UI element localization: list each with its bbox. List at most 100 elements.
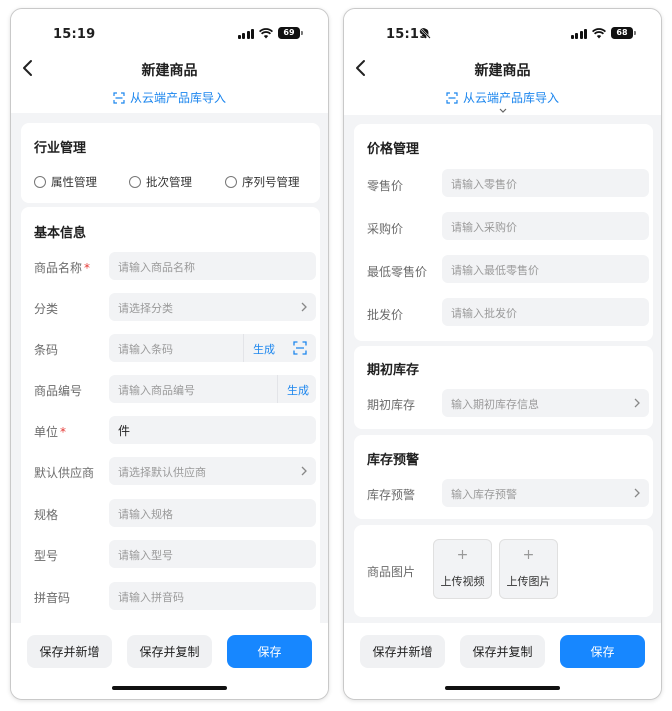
opening-stock-card: 期初库存 期初库存 输入期初库存信息 [354,346,653,429]
save-button[interactable]: 保存 [560,635,645,668]
radio-circle-icon [225,176,237,188]
category-select[interactable]: 请选择分类 [109,293,316,321]
opening-stock-title: 期初库存 [367,363,420,378]
barcode-input[interactable]: 请输入条码 生成 [109,334,316,362]
upload-picture-label: 上传图片 [506,575,551,588]
nav-bar: 新建商品 [344,51,661,87]
radio-label: 序列号管理 [242,175,300,189]
chevron-down-icon [499,108,507,113]
purchase-price-label: 采购价 [367,222,404,236]
save-and-new-button[interactable]: 保存并新增 [360,635,445,668]
min-retail-price-input[interactable]: 请输入最低零售价 [442,255,649,283]
cellular-signal-icon [237,28,254,39]
save-and-copy-button[interactable]: 保存并复制 [127,635,212,668]
nav-bar: 新建商品 [11,51,328,87]
chevron-right-icon [301,302,307,312]
spec-input[interactable]: 请输入规格 [109,499,316,527]
radio-attribute[interactable]: 属性管理 [34,174,129,190]
industry-options: 属性管理 批次管理 序列号管理 [34,174,300,190]
home-indicator [445,686,560,690]
category-label: 分类 [34,302,59,316]
scan-icon [446,91,458,104]
pinyin-input[interactable]: 请输入拼音码 [109,582,316,610]
generate-code-button[interactable]: 生成 [287,382,309,398]
industry-title: 行业管理 [34,141,87,156]
product-name-label: 商品名称 * [34,261,91,275]
status-bar: 15:19 69 [11,9,328,55]
scan-barcode-icon[interactable] [293,341,307,355]
radio-circle-icon [129,176,141,188]
wifi-icon [592,27,606,38]
wholesale-price-label: 批发价 [367,308,404,322]
status-bar: 15:19 68 [344,9,661,55]
scan-icon [113,91,125,104]
chevron-right-icon [634,398,640,408]
chevron-right-icon [634,488,640,498]
barcode-label: 条码 [34,343,59,357]
status-icons: 69 [237,27,303,39]
upload-video-label: 上传视频 [440,575,485,588]
price-title: 价格管理 [367,142,420,157]
plus-icon: + [522,547,535,563]
retail-price-input[interactable]: 请输入零售价 [442,169,649,197]
basic-info-title: 基本信息 [34,226,87,241]
radio-label: 批次管理 [146,175,192,189]
stock-warning-label: 库存预警 [367,488,416,502]
right-phone-screen: 15:19 68 新建商品 从云端产品库导入 价格管理 零售价 请输入零售价 采… [343,8,662,700]
left-phone-screen: 15:19 69 新建商品 从云端产品库导入 行业管理 属性管理 批次管理 序列… [10,8,329,700]
bottom-action-bar: 保存并新增 保存并复制 保存 [11,623,328,699]
radio-batch[interactable]: 批次管理 [129,174,225,190]
product-code-input[interactable]: 请输入商品编号 生成 [109,375,316,403]
wholesale-price-input[interactable]: 请输入批发价 [442,298,649,326]
retail-price-label: 零售价 [367,179,404,193]
mute-bell-icon [420,28,431,39]
spec-label: 规格 [34,508,59,522]
supplier-select[interactable]: 请选择默认供应商 [109,457,316,485]
min-retail-price-label: 最低零售价 [367,265,428,279]
purchase-price-input[interactable]: 请输入采购价 [442,212,649,240]
chevron-right-icon [301,466,307,476]
product-name-input[interactable]: 请输入商品名称 [109,252,316,280]
bottom-action-bar: 保存并新增 保存并复制 保存 [344,623,661,699]
unit-label: 单位 * [34,425,67,439]
save-and-copy-button[interactable]: 保存并复制 [460,635,545,668]
home-indicator [112,686,227,690]
page-title: 新建商品 [141,63,198,79]
basic-info-card: 基本信息 商品名称 * 请输入商品名称 分类 请选择分类 条码 请输入条码 生成 … [21,207,320,627]
battery-icon: 68 [611,27,636,39]
model-label: 型号 [34,549,59,563]
status-icons: 68 [570,27,636,39]
stock-warning-title: 库存预警 [367,453,420,468]
import-label: 从云端产品库导入 [129,91,226,105]
opening-stock-select[interactable]: 输入期初库存信息 [442,389,649,417]
status-time: 15:19 [53,27,96,42]
model-input[interactable]: 请输入型号 [109,540,316,568]
supplier-label: 默认供应商 [34,466,95,480]
opening-stock-label: 期初库存 [367,398,416,412]
page-title: 新建商品 [474,63,531,79]
import-from-cloud-link[interactable]: 从云端产品库导入 [11,89,328,106]
barcode-actions: 生成 [243,334,316,362]
price-management-card: 价格管理 零售价 请输入零售价 采购价 请输入采购价 最低零售价 请输入最低零售… [354,124,653,341]
stock-warning-card: 库存预警 库存预警 输入库存预警 [354,435,653,519]
cellular-signal-icon [570,28,587,39]
industry-management-card: 行业管理 属性管理 批次管理 序列号管理 [21,123,320,203]
wifi-icon [259,27,273,38]
import-from-cloud-link[interactable]: 从云端产品库导入 [344,89,661,106]
save-and-new-button[interactable]: 保存并新增 [27,635,112,668]
stock-warning-select[interactable]: 输入库存预警 [442,479,649,507]
import-label: 从云端产品库导入 [462,91,559,105]
radio-serial[interactable]: 序列号管理 [225,174,300,190]
upload-picture-button[interactable]: + 上传图片 [499,539,558,599]
plus-icon: + [456,547,469,563]
product-code-label: 商品编号 [34,384,83,398]
upload-video-button[interactable]: + 上传视频 [433,539,492,599]
product-images-label: 商品图片 [367,565,416,579]
product-images-card: 商品图片 + 上传视频 + 上传图片 [354,525,653,617]
save-button[interactable]: 保存 [227,635,312,668]
battery-icon: 69 [278,27,303,39]
radio-label: 属性管理 [51,175,97,189]
code-actions: 生成 [277,375,316,403]
unit-input[interactable]: 件 [109,416,316,444]
generate-barcode-button[interactable]: 生成 [253,341,275,357]
